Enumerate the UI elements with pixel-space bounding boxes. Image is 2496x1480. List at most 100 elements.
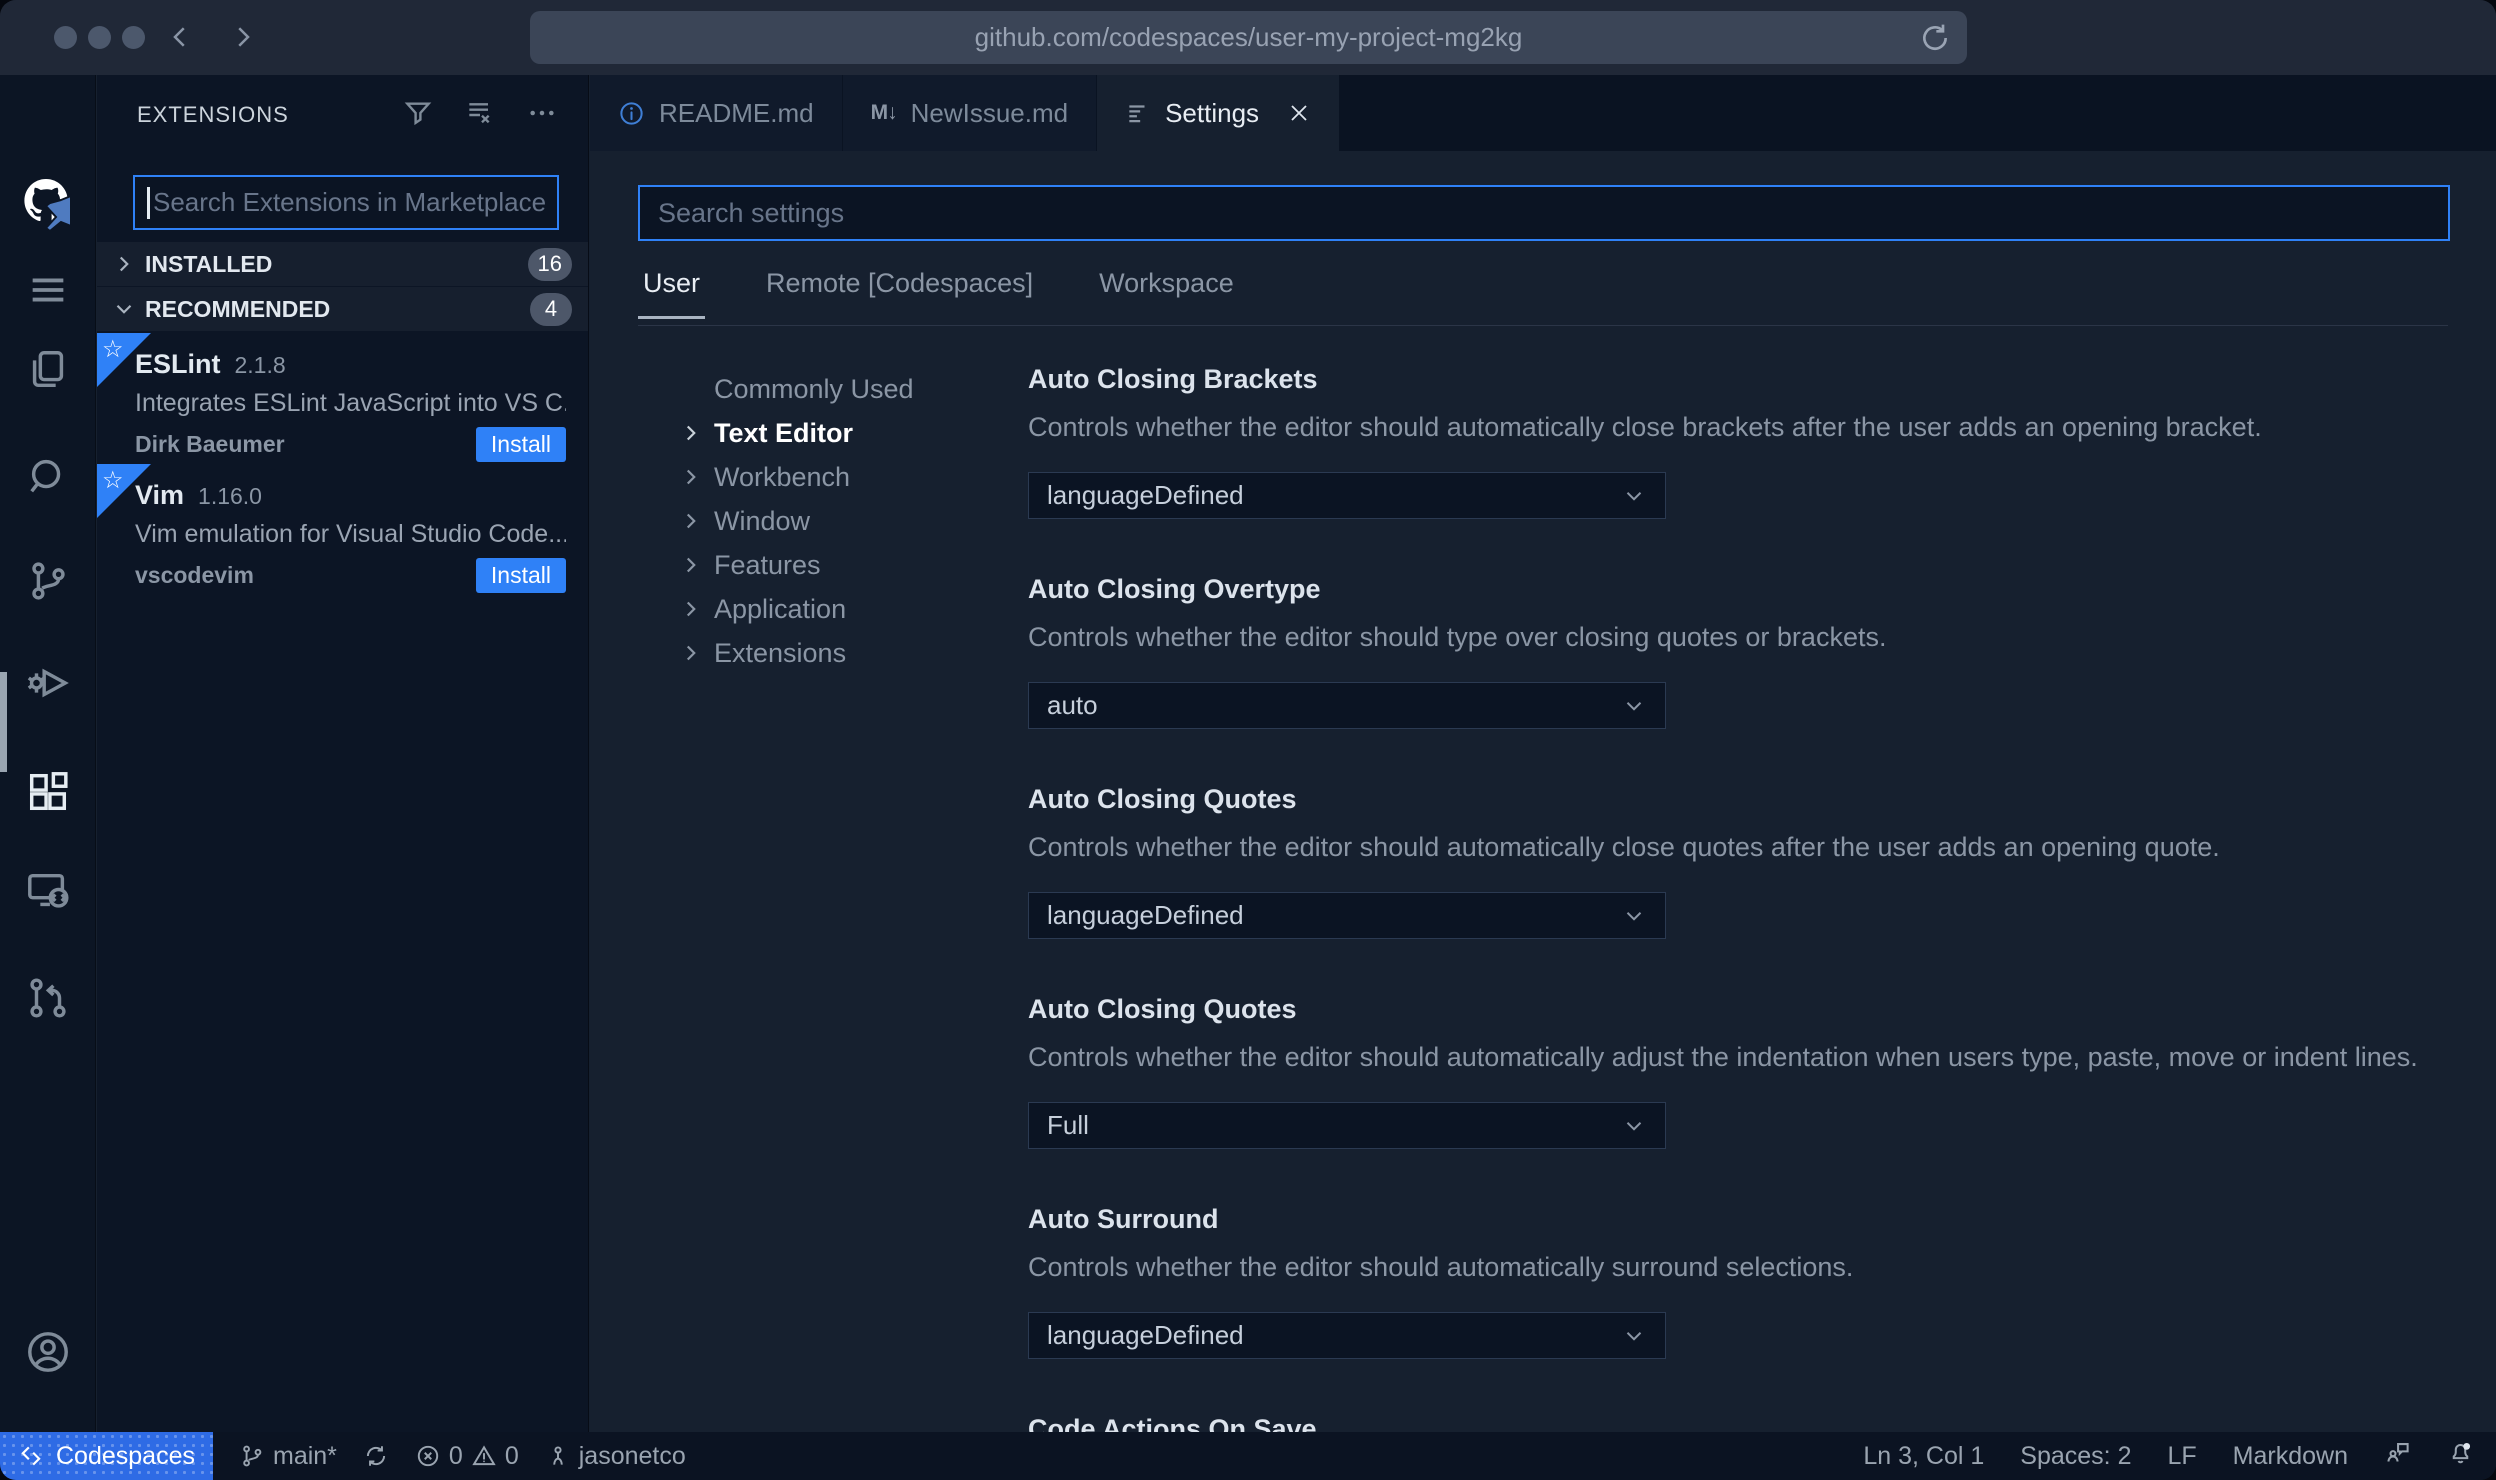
toc-features[interactable]: Features <box>678 543 914 587</box>
eol-status[interactable]: LF <box>2167 1442 2196 1471</box>
recommended-count-badge: 4 <box>530 292 572 326</box>
chevron-down-icon <box>1621 483 1647 509</box>
error-count: 0 <box>448 1441 463 1470</box>
language-mode[interactable]: Markdown <box>2233 1442 2348 1471</box>
setting-title: Auto Closing Quotes <box>1028 784 1297 814</box>
close-tab-icon[interactable] <box>1287 101 1311 125</box>
chevron-down-icon <box>111 296 137 322</box>
github-codespaces-logo <box>0 175 96 231</box>
source-control-icon[interactable] <box>0 558 96 604</box>
settings-toc: Commonly Used Text Editor Workbench Wind… <box>678 367 914 675</box>
setting-dropdown[interactable]: languageDefined <box>1028 892 1666 939</box>
section-label: RECOMMENDED <box>145 295 331 322</box>
toc-window[interactable]: Window <box>678 499 914 543</box>
installed-count-badge: 16 <box>527 247 572 281</box>
scope-tab-remote[interactable]: Remote [Codespaces] <box>761 268 1038 319</box>
setting-title: Auto Closing Overtype <box>1028 574 1321 604</box>
run-debug-icon[interactable] <box>0 660 96 706</box>
tab-newissue[interactable]: M↓ NewIssue.md <box>842 75 1098 151</box>
sidebar-title: EXTENSIONS <box>137 102 289 127</box>
setting-dropdown[interactable]: auto <box>1028 682 1666 729</box>
extensions-search-placeholder: Search Extensions in Marketplace <box>153 187 545 217</box>
problems-status[interactable]: 0 0 <box>415 1442 519 1471</box>
filter-icon[interactable] <box>402 97 434 134</box>
window-controls[interactable] <box>54 26 145 49</box>
scope-tab-user[interactable]: User <box>638 268 706 319</box>
minimize-window-button[interactable] <box>88 26 111 49</box>
text-cursor <box>147 186 150 219</box>
remote-indicator[interactable]: Codespaces <box>0 1432 213 1480</box>
setting-dropdown[interactable]: languageDefined <box>1028 472 1666 519</box>
setting-title: Auto Closing Quotes <box>1028 994 1297 1024</box>
more-actions-icon[interactable] <box>526 97 558 134</box>
section-recommended[interactable]: RECOMMENDED 4 <box>97 287 588 332</box>
github-pull-requests-icon[interactable] <box>0 975 96 1021</box>
back-button[interactable] <box>155 12 205 62</box>
setting-title: Auto Surround <box>1028 1204 1219 1234</box>
tab-settings[interactable]: Settings <box>1097 75 1341 151</box>
extension-version: 2.1.8 <box>234 352 286 378</box>
recommended-star-icon: ☆ <box>97 333 151 387</box>
extensions-icon[interactable] <box>0 769 96 815</box>
section-installed[interactable]: INSTALLED 16 <box>97 242 588 287</box>
extension-item-eslint[interactable]: ☆ ESLint 2.1.8 Integrates ESLint JavaScr… <box>97 333 588 464</box>
install-button[interactable]: Install <box>475 427 566 462</box>
settings-scope-tabs: User Remote [Codespaces] Workspace <box>638 268 1239 319</box>
clear-extensions-icon[interactable] <box>464 97 496 134</box>
browser-window: github.com/codespaces/user-my-project-mg… <box>0 0 2496 1480</box>
cursor-position[interactable]: Ln 3, Col 1 <box>1863 1442 1984 1471</box>
toc-commonly-used[interactable]: Commonly Used <box>678 367 914 411</box>
setting-description: Controls whether the editor should type … <box>1028 622 1887 652</box>
remote-explorer-icon[interactable] <box>0 868 96 914</box>
menu-icon[interactable] <box>0 267 96 313</box>
setting-auto-closing-quotes: Auto Closing Quotes Controls whether the… <box>1028 782 2496 939</box>
setting-auto-closing-overtype: Auto Closing Overtype Controls whether t… <box>1028 572 2496 729</box>
search-icon[interactable] <box>0 453 96 499</box>
account-icon[interactable] <box>0 1329 96 1375</box>
settings-search-input[interactable] <box>638 185 2450 241</box>
browser-chrome: github.com/codespaces/user-my-project-mg… <box>0 0 2496 75</box>
recommended-star-icon: ☆ <box>97 464 151 518</box>
feedback-icon[interactable] <box>2384 1439 2411 1473</box>
setting-dropdown[interactable]: languageDefined <box>1028 1312 1666 1359</box>
close-window-button[interactable] <box>54 26 77 49</box>
sync-button[interactable] <box>363 1443 389 1469</box>
forward-button[interactable] <box>218 12 268 62</box>
scope-tab-workspace[interactable]: Workspace <box>1094 268 1239 319</box>
reload-icon[interactable] <box>1919 22 1951 54</box>
notifications-bell-icon[interactable] <box>2447 1439 2474 1473</box>
extensions-search-input[interactable]: Search Extensions in Marketplace <box>133 175 559 230</box>
setting-dropdown[interactable]: Full <box>1028 1102 1666 1149</box>
toc-text-editor[interactable]: Text Editor <box>678 411 914 455</box>
markdown-icon: M↓ <box>870 101 898 124</box>
extension-item-vim[interactable]: ☆ Vim 1.16.0 Vim emulation for Visual St… <box>97 464 588 595</box>
chevron-down-icon <box>1621 1113 1647 1139</box>
url-text: github.com/codespaces/user-my-project-mg… <box>974 22 1523 52</box>
tab-label: Settings <box>1165 97 1260 128</box>
setting-auto-closing-quotes-2: Auto Closing Quotes Controls whether the… <box>1028 992 2496 1149</box>
chevron-down-icon <box>1621 693 1647 719</box>
settings-list: Auto Closing Brackets Controls whether t… <box>1028 362 2496 1480</box>
setting-title: Auto Closing Brackets <box>1028 364 1318 394</box>
install-button[interactable]: Install <box>475 558 566 593</box>
extension-description: Integrates ESLint JavaScript into VS C..… <box>135 389 566 417</box>
remote-label: Codespaces <box>56 1441 195 1470</box>
zoom-window-button[interactable] <box>122 26 145 49</box>
setting-description: Controls whether the editor should autom… <box>1028 832 2220 862</box>
scope-divider <box>638 325 2448 326</box>
explorer-icon[interactable] <box>0 347 96 393</box>
chevron-down-icon <box>1621 903 1647 929</box>
extension-description: Vim emulation for Visual Studio Code... <box>135 520 566 548</box>
toc-workbench[interactable]: Workbench <box>678 455 914 499</box>
tab-readme[interactable]: README.md <box>590 75 843 151</box>
address-bar[interactable]: github.com/codespaces/user-my-project-mg… <box>530 11 1967 64</box>
extension-author: Dirk Baeumer <box>135 431 285 457</box>
section-label: INSTALLED <box>145 250 273 277</box>
toc-extensions[interactable]: Extensions <box>678 631 914 675</box>
indentation-status[interactable]: Spaces: 2 <box>2020 1442 2131 1471</box>
toc-application[interactable]: Application <box>678 587 914 631</box>
tab-label: NewIssue.md <box>910 97 1069 128</box>
branch-status[interactable]: main* <box>239 1442 337 1471</box>
user-status[interactable]: jasonetco <box>545 1442 686 1471</box>
setting-description: Controls whether the editor should autom… <box>1028 1042 2418 1072</box>
